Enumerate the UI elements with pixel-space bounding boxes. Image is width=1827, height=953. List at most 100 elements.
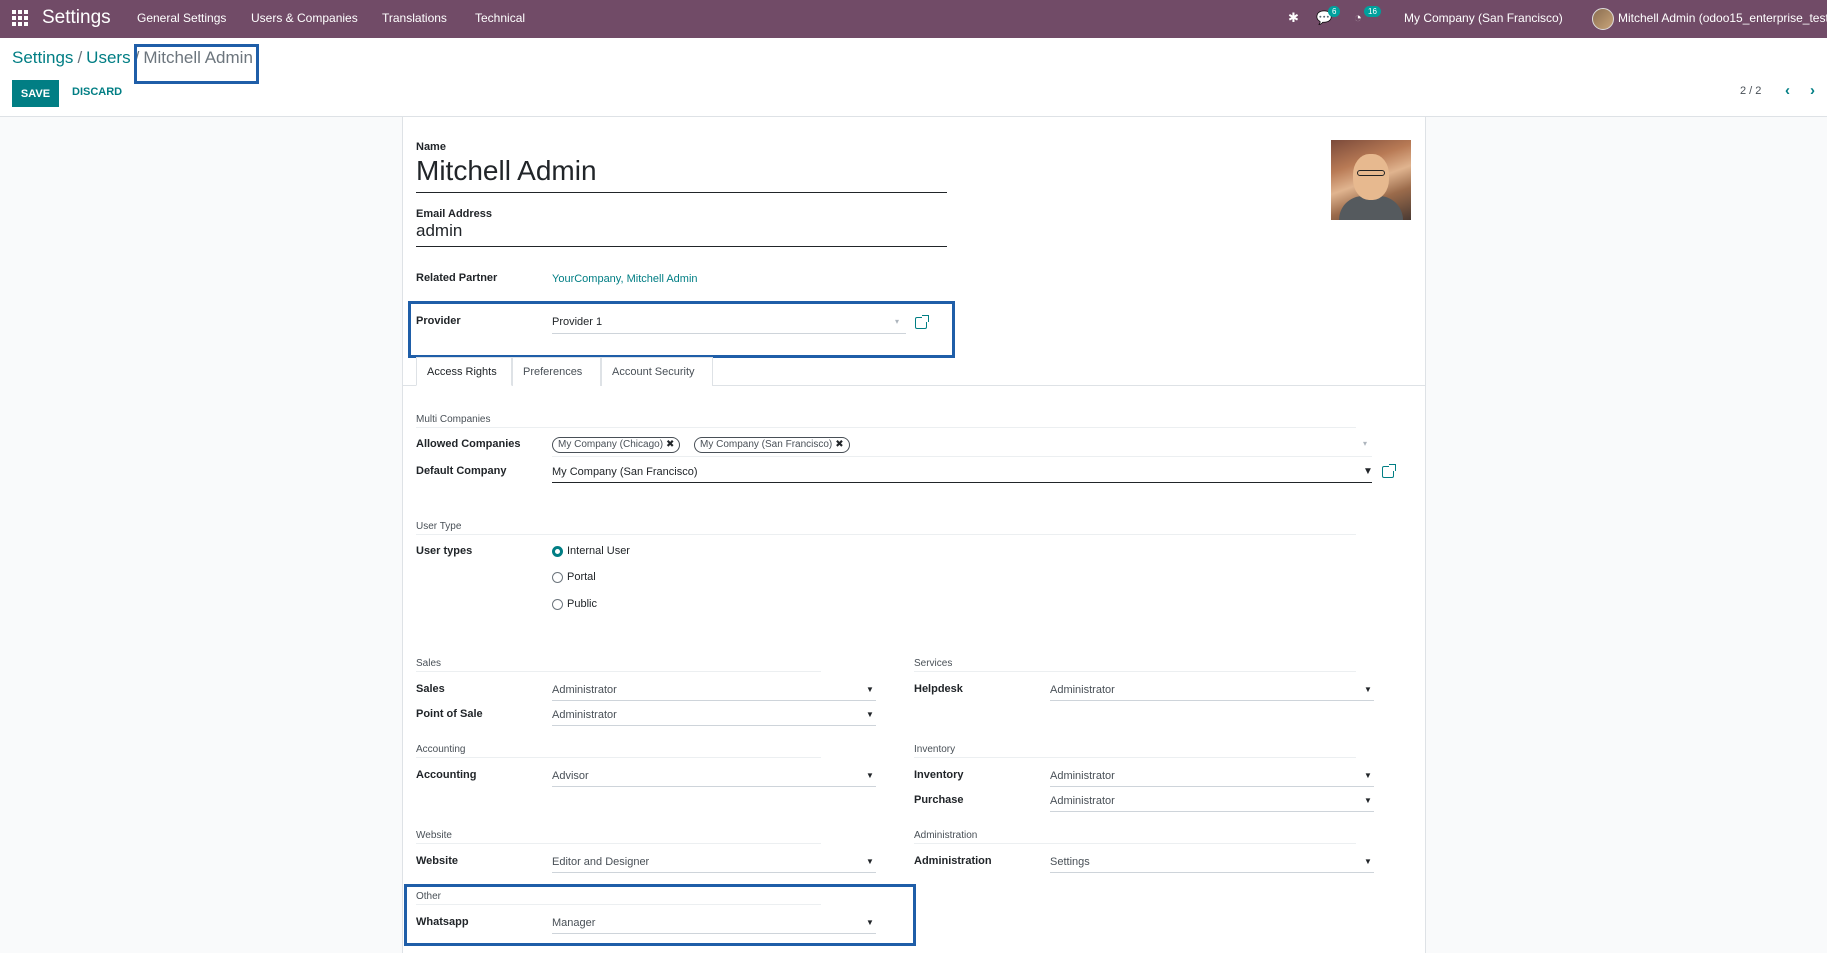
provider-underline <box>552 333 906 334</box>
app-title[interactable]: Settings <box>42 7 111 29</box>
pos-underline <box>552 725 876 726</box>
allowed-companies-chevron-down-icon[interactable]: ▾ <box>1363 439 1367 448</box>
accounting-select[interactable]: Advisor <box>552 770 589 782</box>
pos-label: Point of Sale <box>416 708 483 720</box>
radio-internal-user[interactable] <box>552 546 563 557</box>
allowed-companies-label: Allowed Companies <box>416 438 521 450</box>
website-select[interactable]: Editor and Designer <box>552 856 649 868</box>
group-divider <box>914 671 1356 672</box>
breadcrumb-users-link[interactable]: Users <box>86 48 130 67</box>
inventory-caret-icon[interactable]: ▼ <box>1364 771 1372 780</box>
pos-caret-icon[interactable]: ▼ <box>866 710 874 719</box>
discard-button[interactable]: DISCARD <box>72 86 122 98</box>
sales-select[interactable]: Administrator <box>552 684 617 696</box>
helpdesk-caret-icon[interactable]: ▼ <box>1364 685 1372 694</box>
allowed-company-tag-label: My Company (Chicago) <box>558 439 664 450</box>
related-partner-label: Related Partner <box>416 272 498 284</box>
menu-users-companies[interactable]: Users & Companies <box>251 11 358 25</box>
accounting-caret-icon[interactable]: ▼ <box>866 771 874 780</box>
debug-bug-icon[interactable]: ✱ <box>1288 10 1299 26</box>
breadcrumb-separator: / <box>134 48 140 67</box>
sales-underline <box>552 700 876 701</box>
related-partner-link[interactable]: YourCompany, Mitchell Admin <box>552 273 698 285</box>
whatsapp-select[interactable]: Manager <box>552 917 595 929</box>
form-sheet: Name Mitchell Admin Email Address admin … <box>402 117 1426 953</box>
top-navbar: Settings General Settings Users & Compan… <box>0 0 1827 38</box>
provider-select[interactable]: Provider 1 <box>552 316 602 328</box>
remove-tag-icon[interactable]: ✖ <box>835 439 843 450</box>
radio-public[interactable] <box>552 599 563 610</box>
inventory-select[interactable]: Administrator <box>1050 770 1115 782</box>
default-company-underline <box>552 482 1372 483</box>
group-title-website: Website <box>416 830 452 841</box>
purchase-label: Purchase <box>914 794 964 806</box>
accounting-label: Accounting <box>416 769 477 781</box>
website-caret-icon[interactable]: ▼ <box>866 857 874 866</box>
radio-public-label[interactable]: Public <box>567 598 597 610</box>
allowed-company-tag[interactable]: My Company (San Francisco) ✖ <box>694 437 850 453</box>
breadcrumb: Settings / Users / Mitchell Admin <box>12 48 253 68</box>
pos-select[interactable]: Administrator <box>552 709 617 721</box>
menu-technical[interactable]: Technical <box>475 11 525 25</box>
website-underline <box>552 872 876 873</box>
group-divider <box>416 843 821 844</box>
provider-external-link-icon[interactable] <box>915 315 929 329</box>
helpdesk-select[interactable]: Administrator <box>1050 684 1115 696</box>
whatsapp-caret-icon[interactable]: ▼ <box>866 918 874 927</box>
radio-internal-user-label[interactable]: Internal User <box>567 545 630 557</box>
default-company-caret-icon[interactable]: ▼ <box>1363 466 1373 477</box>
default-company-external-link-icon[interactable] <box>1382 464 1396 478</box>
name-label: Name <box>416 141 446 153</box>
administration-caret-icon[interactable]: ▼ <box>1364 857 1372 866</box>
email-label: Email Address <box>416 208 493 220</box>
name-input[interactable]: Mitchell Admin <box>416 155 597 187</box>
accounting-underline <box>552 786 876 787</box>
email-input[interactable]: admin <box>416 221 462 241</box>
group-title-sales: Sales <box>416 658 442 669</box>
group-divider <box>416 757 821 758</box>
group-title-other: Other <box>416 891 442 902</box>
user-photo[interactable] <box>1331 140 1411 220</box>
group-title-multi-companies: Multi Companies <box>416 414 491 425</box>
user-menu[interactable]: Mitchell Admin (odoo15_enterprise_test <box>1618 11 1827 25</box>
group-divider <box>914 757 1356 758</box>
group-title-services: Services <box>914 658 953 669</box>
menu-translations[interactable]: Translations <box>382 11 447 25</box>
group-divider <box>416 671 821 672</box>
inventory-underline <box>1050 786 1374 787</box>
administration-select[interactable]: Settings <box>1050 856 1090 868</box>
group-divider <box>416 427 1356 428</box>
breadcrumb-settings-link[interactable]: Settings <box>12 48 73 67</box>
menu-general-settings[interactable]: General Settings <box>137 11 226 25</box>
remove-tag-icon[interactable]: ✖ <box>666 439 674 450</box>
administration-underline <box>1050 872 1374 873</box>
radio-portal[interactable] <box>552 572 563 583</box>
provider-chevron-down-icon[interactable]: ▾ <box>895 317 899 326</box>
allowed-company-tag[interactable]: My Company (Chicago) ✖ <box>552 437 681 453</box>
company-switcher[interactable]: My Company (San Francisco) <box>1404 11 1563 25</box>
pager-value[interactable]: 2 / 2 <box>1740 85 1761 97</box>
group-divider <box>416 904 821 905</box>
pager-next-icon[interactable]: › <box>1810 82 1815 99</box>
name-underline <box>416 192 947 193</box>
activities-count-badge: 16 <box>1364 6 1381 17</box>
save-button[interactable]: SAVE <box>12 80 59 107</box>
tab-account-security[interactable]: Account Security <box>601 357 713 386</box>
tab-preferences[interactable]: Preferences <box>512 357 601 386</box>
sales-caret-icon[interactable]: ▼ <box>866 685 874 694</box>
user-avatar[interactable] <box>1592 8 1614 30</box>
purchase-underline <box>1050 811 1374 812</box>
radio-portal-label[interactable]: Portal <box>567 571 596 583</box>
pager-previous-icon[interactable]: ‹ <box>1785 82 1790 99</box>
highlight-box-provider <box>408 301 955 358</box>
default-company-select[interactable]: My Company (San Francisco) <box>552 466 698 478</box>
inventory-label: Inventory <box>914 769 964 781</box>
email-underline <box>416 246 947 247</box>
activities-clock-icon[interactable]: ◔ <box>1354 10 1362 25</box>
user-types-label: User types <box>416 545 473 557</box>
apps-menu-icon[interactable] <box>12 10 28 26</box>
purchase-caret-icon[interactable]: ▼ <box>1364 796 1372 805</box>
group-title-inventory: Inventory <box>914 744 956 755</box>
purchase-select[interactable]: Administrator <box>1050 795 1115 807</box>
tab-access-rights[interactable]: Access Rights <box>416 357 512 386</box>
